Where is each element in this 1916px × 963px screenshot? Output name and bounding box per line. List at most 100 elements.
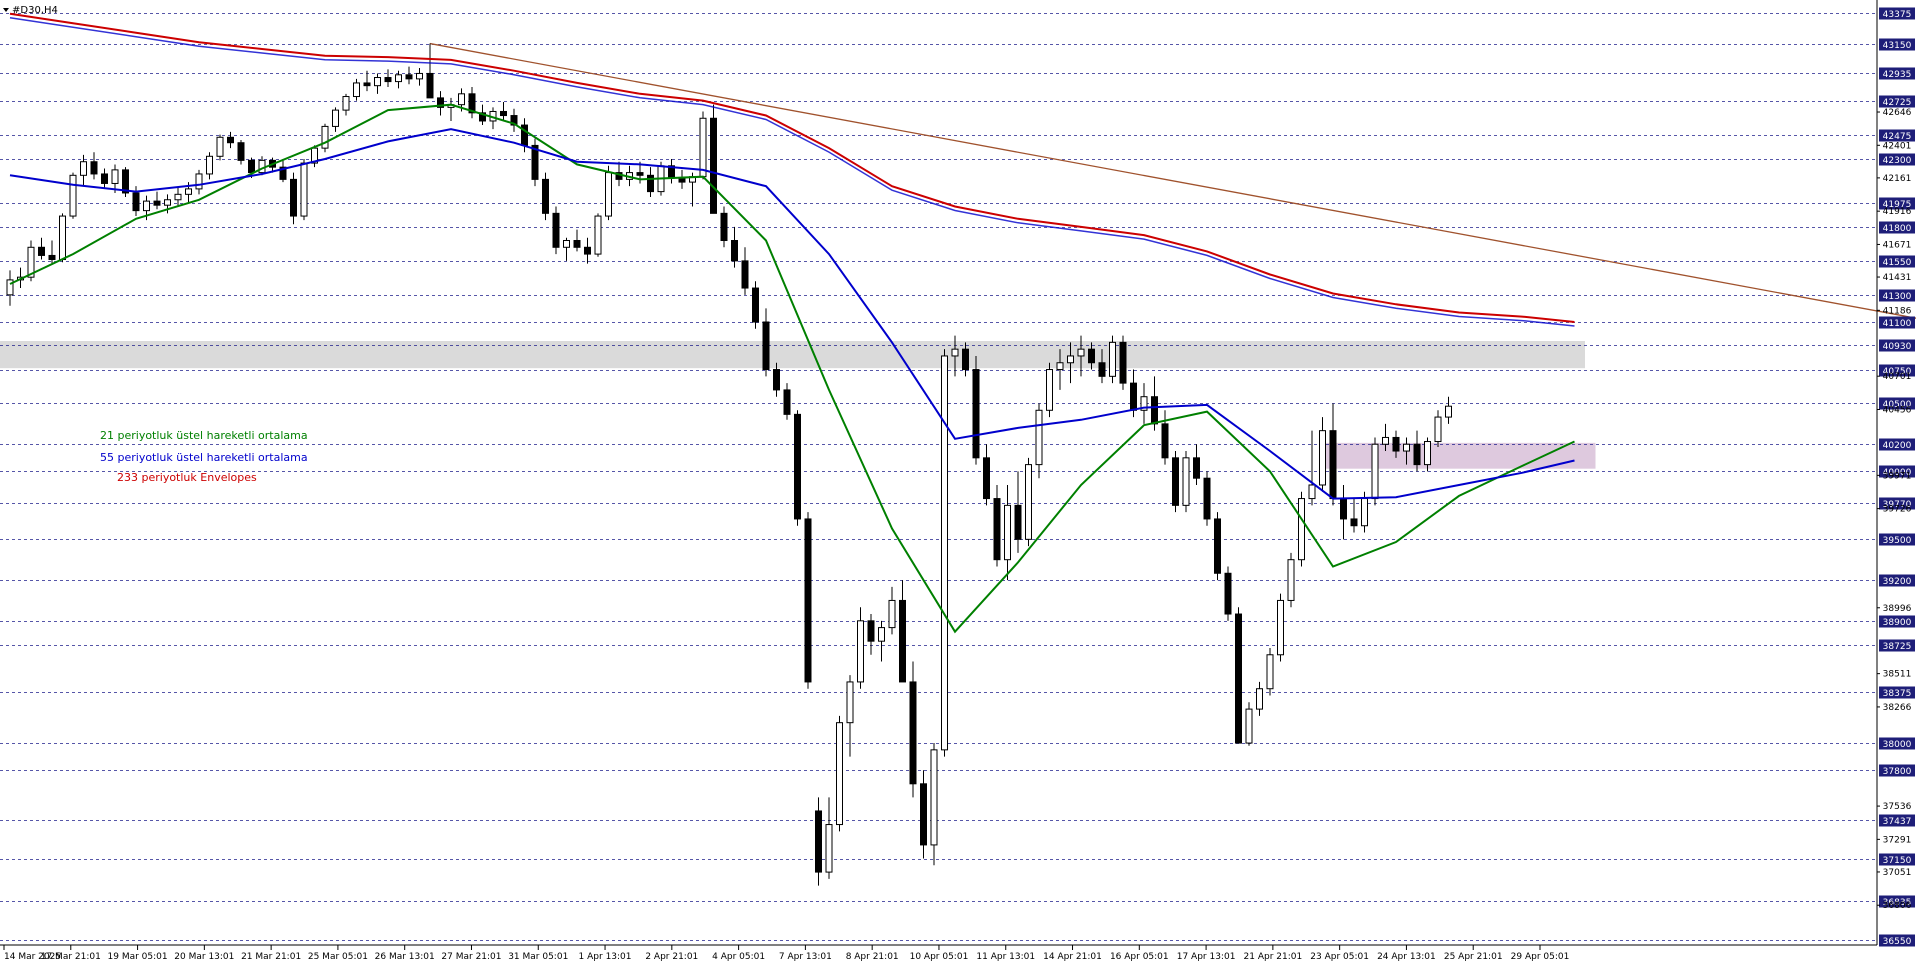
candle-up <box>1382 436 1389 445</box>
candle-down <box>542 178 549 214</box>
candle-up <box>888 599 896 629</box>
time-label: 27 Mar 21:01 <box>441 952 501 962</box>
time-label: 26 Mar 13:01 <box>375 952 435 962</box>
candle-up <box>1067 355 1074 364</box>
candle-down <box>573 240 581 248</box>
candle-up <box>1277 599 1284 656</box>
candle-up <box>1287 559 1295 601</box>
candle-down <box>1098 362 1106 377</box>
time-label: 21 Mar 21:01 <box>241 952 301 962</box>
time-label: 17 Apr 13:01 <box>1177 952 1236 962</box>
candle-down <box>132 192 140 212</box>
candle-up <box>143 200 150 212</box>
candle-down <box>983 457 990 500</box>
minor-price-label: 38996 <box>1883 604 1912 614</box>
candle-down <box>405 74 413 80</box>
candle-down <box>1350 518 1358 527</box>
minor-price-label: 41186 <box>1883 306 1912 316</box>
time-label: 23 Apr 05:01 <box>1310 952 1369 962</box>
minor-price-label: 37051 <box>1883 868 1912 878</box>
candle-up <box>1319 430 1326 486</box>
time-label: 1 Apr 13:01 <box>579 952 632 962</box>
price-label: 39500 <box>1883 536 1912 546</box>
candle-up <box>1371 443 1379 500</box>
candle-down <box>38 246 45 256</box>
time-label: 14 Apr 21:01 <box>1043 952 1102 962</box>
candle-up <box>216 136 224 157</box>
minor-price-label: 37536 <box>1883 802 1912 812</box>
minor-price-label: 40456 <box>1883 405 1912 415</box>
candle-up <box>300 162 308 217</box>
candle-down <box>1392 436 1400 452</box>
candle-down <box>867 620 875 642</box>
candle-down <box>500 110 507 117</box>
price-label: 43375 <box>1883 10 1912 20</box>
candle-up <box>1403 443 1410 452</box>
candle-up <box>878 627 885 642</box>
candle-up <box>174 193 182 201</box>
candle-up <box>342 96 350 111</box>
candle-up <box>59 215 66 261</box>
time-label: 21 Apr 21:01 <box>1244 952 1303 962</box>
price-label: 42935 <box>1883 70 1912 80</box>
candle-up <box>594 215 602 255</box>
candle-up <box>206 155 213 175</box>
time-label: 31 Mar 05:01 <box>508 952 568 962</box>
time-label: 19 Mar 05:01 <box>108 952 168 962</box>
candle-down <box>899 599 906 683</box>
candle-up <box>846 681 854 724</box>
candle-up <box>1361 498 1368 527</box>
time-label: 24 Apr 13:01 <box>1377 952 1436 962</box>
minor-price-label: 42401 <box>1883 141 1912 151</box>
price-label: 41550 <box>1883 258 1912 268</box>
minor-price-label: 40701 <box>1883 372 1912 382</box>
minor-price-label: 37291 <box>1883 835 1912 845</box>
candle-up <box>1109 341 1116 377</box>
candle-up <box>1035 409 1043 466</box>
time-label: 10 Apr 05:01 <box>910 952 969 962</box>
candle-down <box>1119 341 1127 384</box>
price-axis[interactable]: 4337543150429354272542475423004197541800… <box>1877 7 1915 948</box>
candle-down <box>101 173 108 184</box>
candle-up <box>353 82 360 98</box>
candle-down <box>794 413 801 520</box>
candle-up <box>258 159 266 174</box>
candle-up <box>1056 362 1064 371</box>
candle-up <box>1266 654 1274 690</box>
candle-down <box>920 783 927 846</box>
price-label: 41300 <box>1883 292 1912 302</box>
candle-down <box>363 82 371 87</box>
price-label: 37150 <box>1883 856 1912 866</box>
candle-down <box>1151 396 1158 425</box>
candle-up <box>1046 369 1053 411</box>
candle-up <box>941 355 948 751</box>
time-label: 4 Apr 05:01 <box>712 952 765 962</box>
candle-down <box>48 254 56 261</box>
candle-up <box>1025 464 1032 540</box>
candle-down <box>237 142 245 161</box>
chart-window[interactable]: 43375 43150 42935 42725 42475 42300 41975 41800… <box>0 0 1916 963</box>
minor-price-label: 42646 <box>1883 108 1912 118</box>
price-chart[interactable]: 4337543150429354272542475423004197541800… <box>0 0 1916 963</box>
candle-down <box>710 117 717 214</box>
minor-price-label: 39726 <box>1883 505 1912 515</box>
candle-down <box>290 178 297 217</box>
price-label: 42300 <box>1883 156 1912 166</box>
candle-down <box>636 172 644 176</box>
candle-down <box>1214 518 1221 574</box>
candle-down <box>993 498 1001 561</box>
time-label: 8 Apr 21:01 <box>846 952 899 962</box>
candle-up <box>857 620 864 683</box>
candle-down <box>752 287 759 323</box>
price-label: 38900 <box>1883 618 1912 628</box>
candle-up <box>332 109 339 127</box>
candle-up <box>1424 441 1431 466</box>
minor-price-label: 36806 <box>1883 901 1912 911</box>
price-label: 38725 <box>1883 642 1912 652</box>
candle-up <box>321 125 329 149</box>
candle-down <box>962 348 969 371</box>
candle-down <box>647 174 654 193</box>
symbol-caption: #D30,H4 <box>3 5 58 16</box>
minor-price-label: 39971 <box>1883 471 1912 481</box>
time-label: 7 Apr 13:01 <box>779 952 832 962</box>
